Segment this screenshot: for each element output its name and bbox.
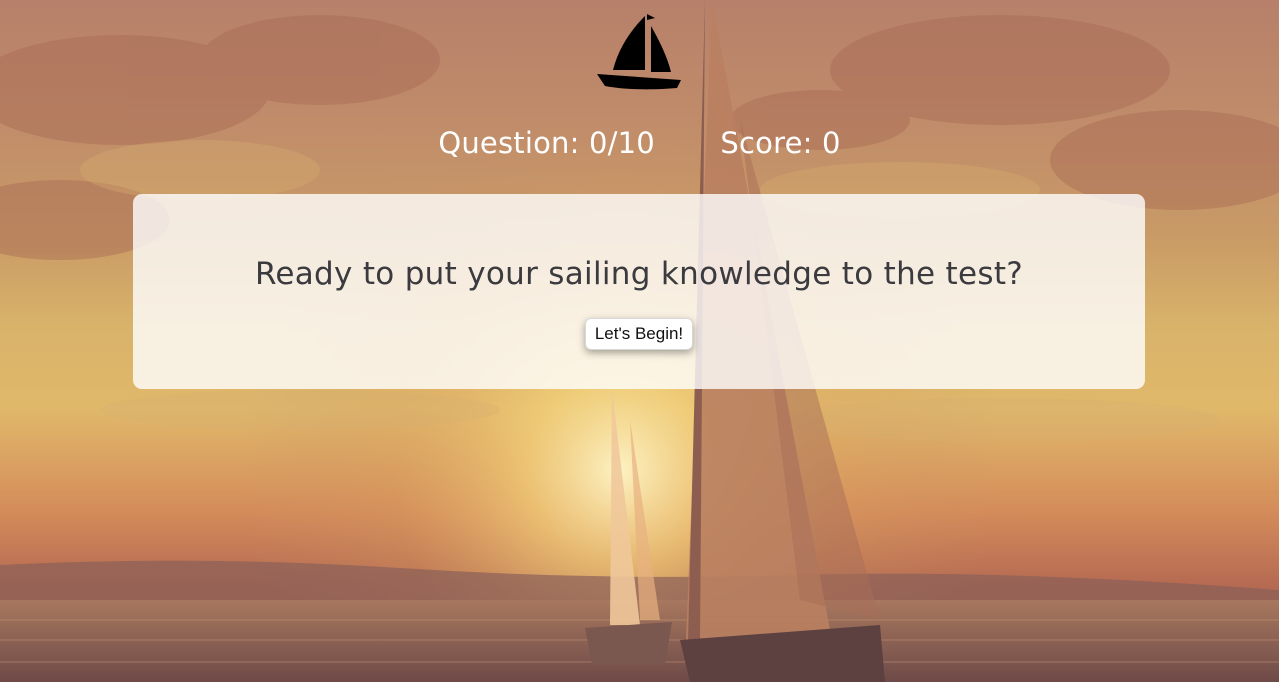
- score-counter: Score: 0: [720, 126, 840, 160]
- intro-card: Ready to put your sailing knowledge to t…: [133, 194, 1145, 389]
- question-value: 0/10: [589, 126, 655, 160]
- score-value: 0: [822, 126, 841, 160]
- sailboat-icon: [595, 10, 683, 90]
- intro-prompt: Ready to put your sailing knowledge to t…: [254, 256, 1024, 292]
- question-counter: Question: 0/10: [438, 126, 655, 160]
- question-label: Question:: [438, 126, 580, 160]
- begin-button[interactable]: Let's Begin!: [584, 318, 694, 350]
- score-label: Score:: [720, 126, 813, 160]
- quiz-stats: Question: 0/10 Score: 0: [0, 126, 1279, 160]
